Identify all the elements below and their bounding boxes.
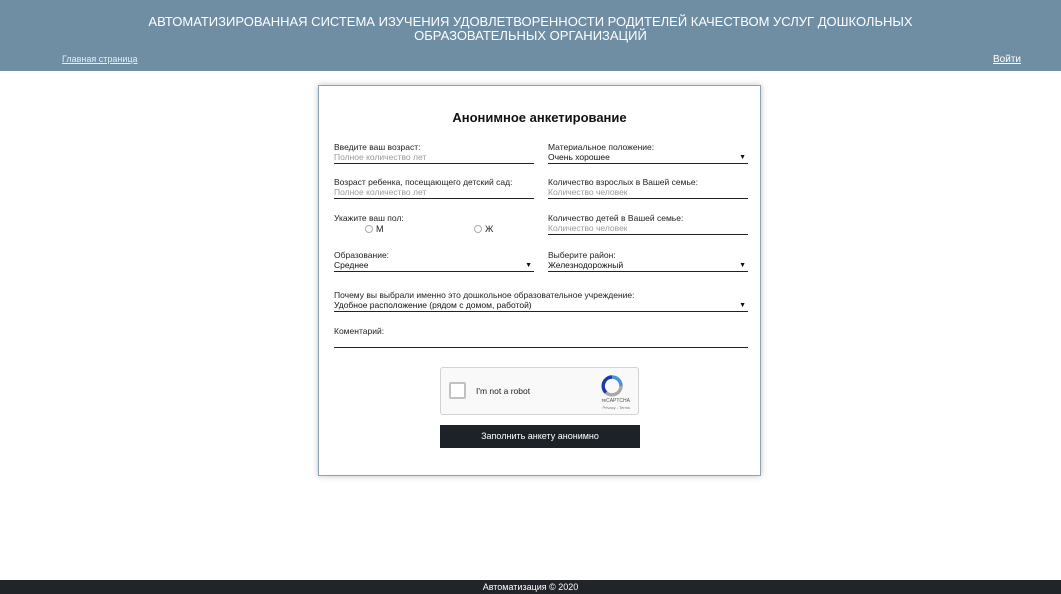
captcha-label: I'm not a robot [476, 386, 531, 396]
child-age-field-group: Возраст ребенка, посещающего детский сад… [334, 177, 534, 199]
captcha-checkbox[interactable] [449, 382, 466, 399]
district-select[interactable]: Железнодорожный ▼ [548, 260, 748, 272]
education-field-group: Образование: Среднее ▼ [334, 250, 534, 272]
child-age-input[interactable]: Полное количество лет [334, 187, 534, 199]
radio-circle-icon [365, 225, 373, 233]
financial-value: Очень хорошее [548, 152, 610, 162]
footer-text: Автоматизация © 2020 [482, 582, 579, 592]
gender-label: Укажите ваш пол: [334, 213, 404, 223]
gender-radio-group: М Ж [334, 223, 534, 235]
login-link[interactable]: Войти [993, 54, 1021, 65]
submit-button[interactable]: Заполнить анкету анонимно [440, 425, 640, 448]
comment-input[interactable] [334, 336, 748, 348]
recaptcha-widget: I'm not a robot reCAPTCHA Privacy - Term… [440, 367, 639, 415]
survey-form: Анонимное анкетирование Введите ваш возр… [318, 85, 761, 476]
page-title: АВТОМАТИЗИРОВАННАЯ СИСТЕМА ИЗУЧЕНИЯ УДОВ… [0, 15, 1061, 43]
age-field-group: Введите ваш возраст: Полное количество л… [334, 142, 534, 164]
age-label: Введите ваш возраст: [334, 142, 421, 152]
financial-select[interactable]: Очень хорошее ▼ [548, 152, 748, 164]
district-field-group: Выберите район: Железнодорожный ▼ [548, 250, 748, 272]
captcha-terms-link[interactable]: Privacy - Terms [441, 405, 636, 410]
education-label: Образование: [334, 250, 390, 260]
adults-input[interactable]: Количество человек [548, 187, 748, 199]
comment-label: Коментарий: [334, 326, 385, 336]
footer: Автоматизация © 2020 [0, 580, 1061, 594]
financial-field-group: Материальное положение: Очень хорошее ▼ [548, 142, 748, 164]
adults-field-group: Количество взрослых в Вашей семье: Колич… [548, 177, 748, 199]
financial-label: Материальное положение: [548, 142, 655, 152]
reason-select[interactable]: Удобное расположение (рядом с домом, раб… [334, 300, 748, 312]
gender-option-m: М [376, 224, 384, 234]
children-input[interactable]: Количество человек [548, 223, 748, 235]
gender-option-f: Ж [485, 224, 494, 234]
comment-field-group: Коментарий: [334, 326, 748, 348]
chevron-down-icon: ▼ [525, 262, 532, 269]
district-label: Выберите район: [548, 250, 616, 260]
chevron-down-icon: ▼ [739, 262, 746, 269]
age-input[interactable]: Полное количество лет [334, 152, 534, 164]
radio-circle-icon [474, 225, 482, 233]
home-link[interactable]: Главная страница [62, 54, 138, 64]
education-select[interactable]: Среднее ▼ [334, 260, 534, 272]
page-title-line-1: АВТОМАТИЗИРОВАННАЯ СИСТЕМА ИЗУЧЕНИЯ УДОВ… [148, 14, 913, 29]
district-value: Железнодорожный [548, 260, 624, 270]
chevron-down-icon: ▼ [739, 154, 746, 161]
page-title-line-2: ОБРАЗОВАТЕЛЬНЫХ ОРГАНИЗАЦИЙ [414, 28, 647, 43]
adults-label: Количество взрослых в Вашей семье: [548, 177, 698, 187]
chevron-down-icon: ▼ [739, 302, 746, 309]
children-label: Количество детей в Вашей семье: [548, 213, 684, 223]
captcha-brand: reCAPTCHA [601, 398, 630, 404]
gender-field-group: Укажите ваш пол: М Ж [334, 213, 534, 235]
header: АВТОМАТИЗИРОВАННАЯ СИСТЕМА ИЗУЧЕНИЯ УДОВ… [0, 0, 1061, 71]
children-field-group: Количество детей в Вашей семье: Количест… [548, 213, 748, 235]
child-age-label: Возраст ребенка, посещающего детский сад… [334, 177, 513, 187]
gender-radio-f[interactable]: Ж [474, 224, 493, 234]
reason-value: Удобное расположение (рядом с домом, раб… [334, 300, 532, 310]
education-value: Среднее [334, 260, 369, 270]
form-title: Анонимное анкетирование [452, 110, 627, 125]
gender-radio-m[interactable]: М [365, 224, 384, 234]
reason-label: Почему вы выбрали именно это дошкольное … [334, 290, 635, 300]
reason-field-group: Почему вы выбрали именно это дошкольное … [334, 290, 748, 312]
